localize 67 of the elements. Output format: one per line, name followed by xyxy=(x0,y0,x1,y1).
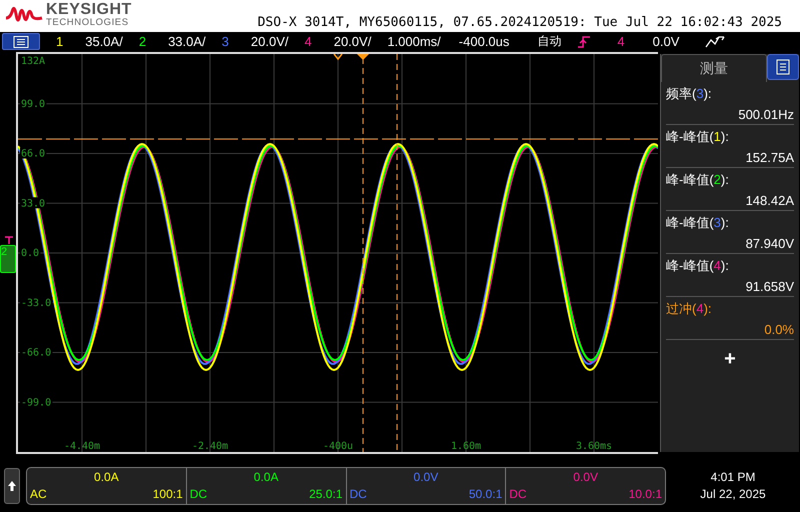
x-axis-label: 3.60ms xyxy=(576,441,612,452)
up-arrow-button[interactable] xyxy=(4,468,20,504)
y-axis-label: 132A xyxy=(21,56,46,67)
trigger-level-marker-icon xyxy=(4,236,14,244)
channel-coupling[interactable]: DC xyxy=(190,487,208,501)
y-axis-label: -99.0 xyxy=(21,397,52,408)
channel-coupling[interactable]: AC xyxy=(30,487,47,501)
probe-ratio[interactable]: 10.0:1 xyxy=(628,487,662,501)
probe-ratio[interactable]: 50.0:1 xyxy=(468,487,502,501)
trigger-source[interactable]: 4 xyxy=(617,34,625,49)
y-axis-label: 33.0 xyxy=(21,198,46,210)
x-axis-label: -2.40m xyxy=(192,441,228,452)
x-axis-label: -400u xyxy=(322,441,354,452)
measurement-value: 500.01Hz xyxy=(738,107,794,122)
timebase-scale[interactable]: 1.000ms/ xyxy=(387,34,441,49)
channel-number[interactable]: 4 xyxy=(304,34,312,49)
channel-scale[interactable]: 35.0A/ xyxy=(85,34,123,49)
brand-subtitle: TECHNOLOGIES xyxy=(46,18,130,28)
measurement-value: 152.75A xyxy=(746,150,794,165)
measurement-label: 峰-峰值(1): xyxy=(666,128,729,146)
clock-date: Jul 22, 2025 xyxy=(700,486,766,503)
channel-coupling[interactable]: DC xyxy=(509,487,527,501)
menu-icon xyxy=(13,36,29,48)
trigger-position-marker-icon[interactable] xyxy=(357,54,369,60)
delay-marker-icon xyxy=(333,54,343,60)
menu-button[interactable] xyxy=(2,33,40,50)
measurement-value: 91.658V xyxy=(746,279,794,294)
y-axis-label: 0.0 xyxy=(21,248,40,259)
channel-scale[interactable]: 20.0V/ xyxy=(334,34,372,49)
measurement-label: 峰-峰值(3): xyxy=(666,214,729,232)
add-measurement-button[interactable]: + xyxy=(720,348,740,371)
channel-offset[interactable]: 0.0V xyxy=(414,470,438,484)
panel-menu-button[interactable] xyxy=(767,54,799,80)
measurement-value: 148.42A xyxy=(746,193,794,208)
measurement-label: 过冲(4): xyxy=(666,300,712,318)
measurement-value: 0.0% xyxy=(764,322,794,337)
ground-marker[interactable]: 2 xyxy=(0,245,16,273)
up-arrow-icon xyxy=(7,480,17,492)
trigger-level[interactable]: 0.0V xyxy=(652,34,680,49)
channel-number[interactable]: 2 xyxy=(138,34,146,49)
brand-name: KEYSIGHT xyxy=(46,2,132,18)
measurement-value: 87.940V xyxy=(746,236,794,251)
channel-scale[interactable]: 33.0A/ xyxy=(168,34,206,49)
x-axis-label: -4.40m xyxy=(64,441,100,452)
channel-offset[interactable]: 0.0A xyxy=(94,470,119,484)
trigger-mode[interactable]: 自动 xyxy=(537,33,562,50)
probe-ratio[interactable]: 25.0:1 xyxy=(309,487,342,501)
channel-offset[interactable]: 0.0V xyxy=(573,470,598,484)
channel-number[interactable]: 1 xyxy=(56,34,64,49)
timebase-delay[interactable]: -400.0us xyxy=(458,34,510,49)
y-axis-label: 99.0 xyxy=(21,98,46,110)
menu-icon xyxy=(776,59,790,75)
waveform-icon[interactable] xyxy=(705,34,726,48)
clock-time: 4:01 PM xyxy=(710,469,756,486)
y-axis-label: -66.0 xyxy=(21,348,52,358)
channel-offset[interactable]: 0.0A xyxy=(254,470,278,484)
x-axis-label: 1.60m xyxy=(450,441,482,452)
y-axis-label: -33.0 xyxy=(21,298,52,309)
probe-ratio[interactable]: 100:1 xyxy=(152,487,183,501)
instrument-title: DSO-X 3014T, MY65060115, 07.65.2024120519: Tue Jul 22 16:02:43 2025 xyxy=(258,15,782,30)
y-axis-label: 66.0 xyxy=(21,148,46,160)
channel-scale[interactable]: 20.0V/ xyxy=(250,34,288,49)
channel-coupling[interactable]: DC xyxy=(350,487,367,501)
measurement-label: 峰-峰值(2): xyxy=(666,171,729,189)
measurement-label: 频率(3): xyxy=(666,85,712,103)
measurement-label: 峰-峰值(4): xyxy=(666,257,729,275)
channel-number[interactable]: 3 xyxy=(222,34,229,49)
